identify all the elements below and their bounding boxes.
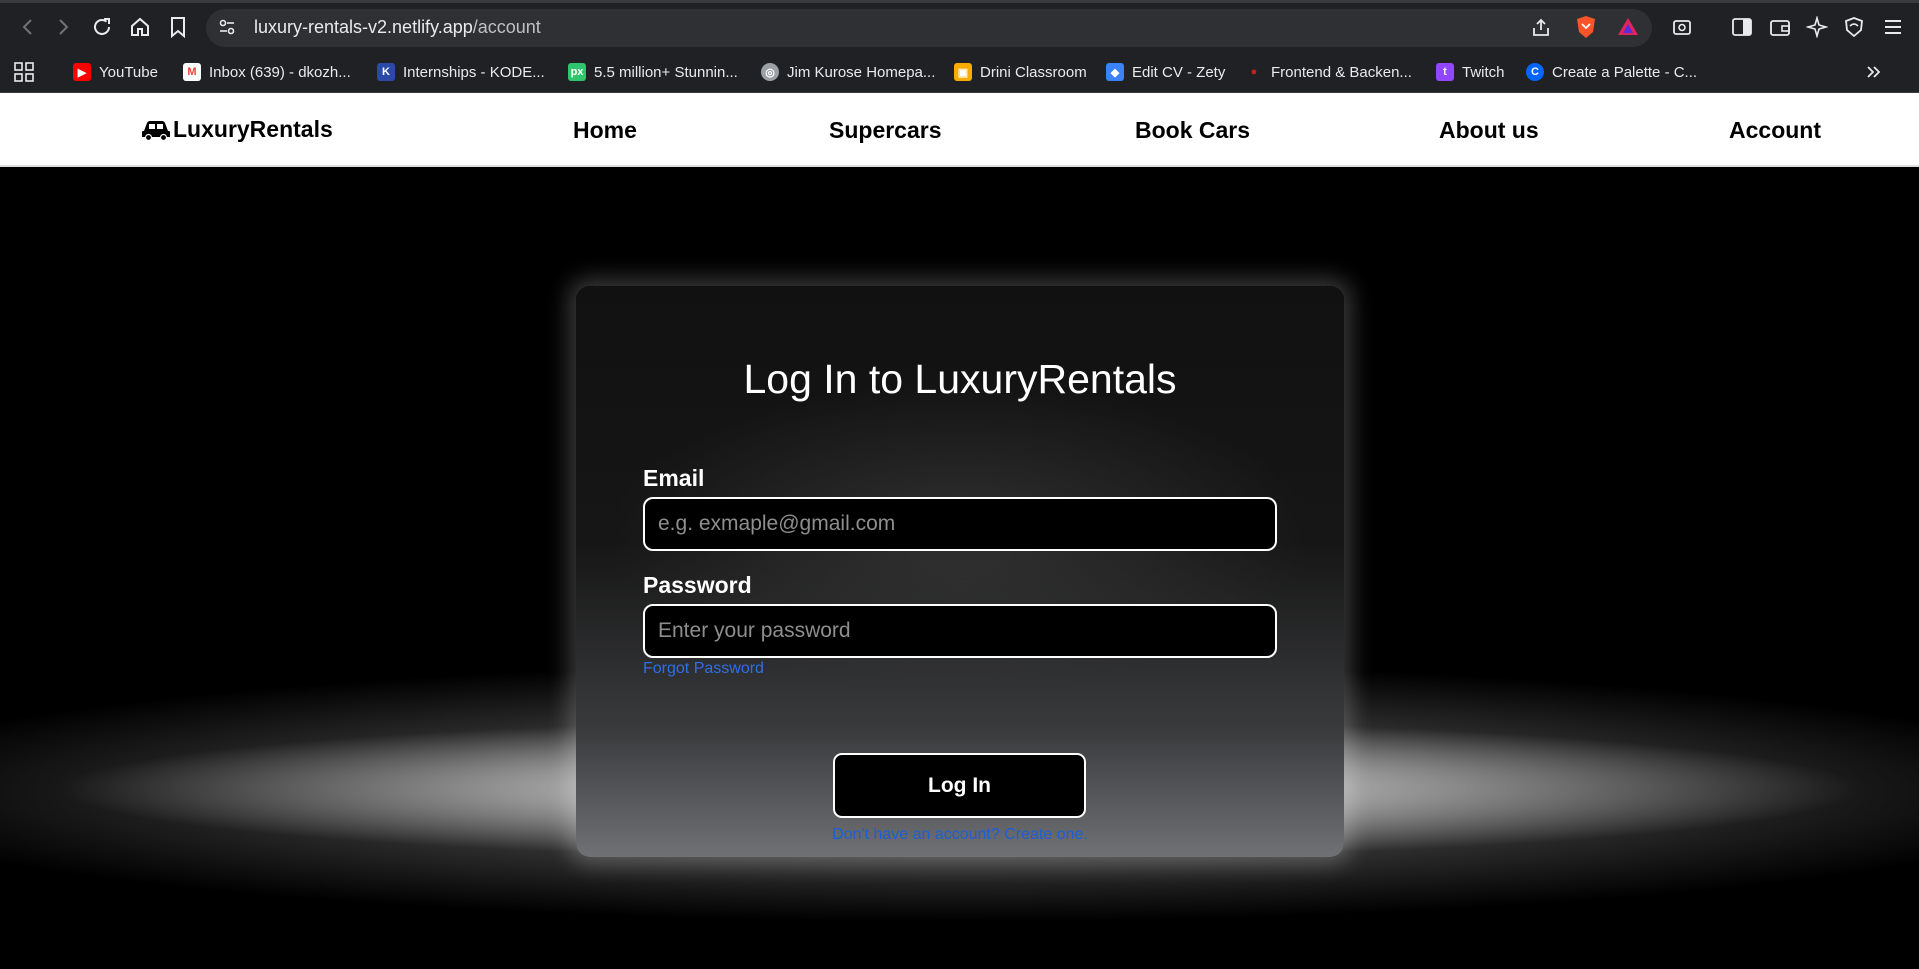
email-field[interactable]: [643, 497, 1277, 551]
bookmark-twitch[interactable]: t Twitch: [1436, 60, 1505, 84]
nav-account[interactable]: Account: [1729, 117, 1821, 144]
login-title: Log In to LuxuryRentals: [743, 356, 1177, 402]
bookmark-icon[interactable]: [166, 15, 190, 39]
forgot-password-link[interactable]: Forgot Password: [643, 660, 764, 678]
bookmark-coolors[interactable]: C Create a Palette - C...: [1526, 60, 1697, 84]
leo-ai-icon[interactable]: [1805, 15, 1829, 39]
site-navbar: LuxuryRentals Home Supercars Book Cars A…: [0, 93, 1919, 167]
vpn-shield-icon[interactable]: [1842, 15, 1866, 39]
bookmark-youtube[interactable]: ▶ YouTube: [73, 60, 158, 84]
classroom-icon: ▣: [954, 63, 972, 81]
email-label: Email: [643, 465, 705, 491]
reload-icon[interactable]: [90, 15, 114, 39]
password-label: Password: [643, 572, 752, 598]
globe-icon: ◎: [761, 63, 779, 81]
share-icon[interactable]: [1529, 15, 1553, 39]
kode-icon: K: [377, 63, 395, 81]
bookmark-classroom[interactable]: ▣ Drini Classroom: [954, 60, 1087, 84]
create-account-link[interactable]: Don't have an account? Create one.: [576, 826, 1344, 844]
extension-icon[interactable]: [1670, 15, 1694, 39]
back-icon[interactable]: [15, 15, 39, 39]
bookmark-frontend[interactable]: ● Frontend & Backen...: [1245, 60, 1412, 84]
brave-shield-icon[interactable]: [1574, 15, 1598, 39]
brand-name: LuxuryRentals: [173, 116, 333, 142]
bookmark-zety[interactable]: ◆ Edit CV - Zety: [1106, 60, 1225, 84]
nav-about-us[interactable]: About us: [1439, 117, 1539, 144]
gmail-icon: M: [183, 63, 201, 81]
login-button[interactable]: Log In: [833, 753, 1086, 818]
bookmark-internships[interactable]: K Internships - KODE...: [377, 60, 545, 84]
bookmarks-bar: ▶ YouTube M Inbox (639) - dkozh... K Int…: [0, 52, 1919, 93]
nav-home[interactable]: Home: [573, 117, 637, 144]
coolors-icon: C: [1526, 63, 1544, 81]
zety-icon: ◆: [1106, 63, 1124, 81]
wallet-icon[interactable]: [1768, 15, 1792, 39]
twitch-icon: t: [1436, 63, 1454, 81]
browser-toolbar: luxury-rentals-v2.netlify.app/account: [0, 0, 1919, 52]
nav-supercars[interactable]: Supercars: [829, 117, 942, 144]
car-icon: [141, 119, 171, 141]
menu-icon[interactable]: [1881, 15, 1905, 39]
bookmark-inbox[interactable]: M Inbox (639) - dkozh...: [183, 60, 351, 84]
nav-book-cars[interactable]: Book Cars: [1135, 117, 1250, 144]
dot-icon: ●: [1250, 66, 1258, 78]
sidebar-icon[interactable]: [1730, 15, 1754, 39]
more-bookmarks-icon[interactable]: [1862, 60, 1886, 84]
bookmark-kurose[interactable]: ◎ Jim Kurose Homepa...: [761, 60, 935, 84]
youtube-icon: ▶: [73, 63, 91, 81]
login-card: Log In to LuxuryRentals Email Password F…: [576, 286, 1344, 857]
home-icon[interactable]: [128, 15, 152, 39]
bookmark-pixabay[interactable]: px 5.5 million+ Stunnin...: [568, 60, 738, 84]
brave-rewards-icon[interactable]: [1616, 15, 1640, 39]
forward-icon[interactable]: [52, 15, 76, 39]
url-text[interactable]: luxury-rentals-v2.netlify.app/account: [254, 17, 541, 38]
pixabay-icon: px: [568, 63, 586, 81]
brand-logo[interactable]: LuxuryRentals: [141, 116, 333, 143]
site-settings-icon[interactable]: [215, 15, 239, 39]
apps-grid-icon[interactable]: [12, 60, 36, 84]
password-field[interactable]: [643, 604, 1277, 658]
